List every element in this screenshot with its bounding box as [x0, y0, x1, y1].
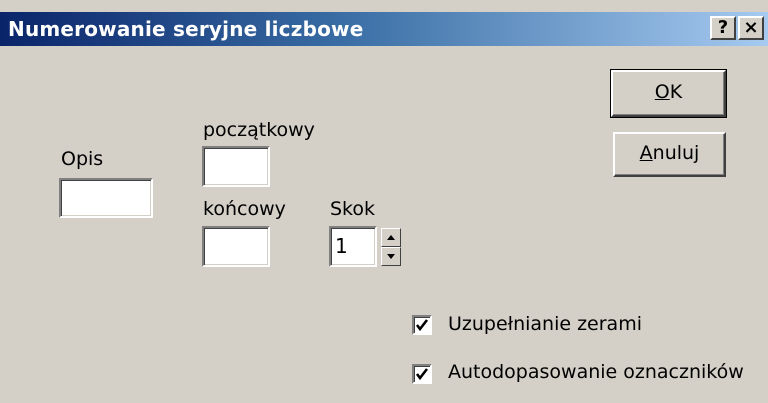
opis-label: Opis	[61, 148, 104, 170]
auto-fit-label[interactable]: Autodopasowanie oznaczników	[448, 361, 744, 383]
close-button[interactable]: ×	[738, 16, 764, 40]
down-arrow-icon	[387, 254, 395, 259]
cancel-mnemonic: A	[639, 142, 653, 164]
up-arrow-icon	[387, 235, 395, 240]
ok-mnemonic: O	[654, 81, 670, 103]
auto-fit-checkbox[interactable]	[412, 364, 432, 384]
ok-label-rest: K	[669, 81, 683, 103]
dialog-window: Numerowanie seryjne liczbowe ? × Opis po…	[0, 0, 768, 403]
poczatkowy-label: początkowy	[203, 119, 315, 141]
checkmark-icon	[415, 319, 429, 332]
cancel-button[interactable]: Anuluj	[613, 132, 726, 177]
title-bar[interactable]: Numerowanie seryjne liczbowe ? ×	[0, 12, 768, 46]
skok-value: 1	[335, 234, 348, 258]
skok-spin-down[interactable]	[381, 247, 401, 266]
skok-spin-up[interactable]	[381, 228, 401, 247]
window-title: Numerowanie seryjne liczbowe	[8, 17, 364, 41]
help-button[interactable]: ?	[710, 16, 736, 40]
koncowy-label: końcowy	[203, 198, 286, 220]
ok-button[interactable]: OK	[610, 69, 727, 118]
skok-input[interactable]: 1	[329, 226, 377, 267]
koncowy-input[interactable]	[202, 226, 270, 267]
checkmark-icon	[415, 368, 429, 381]
poczatkowy-input[interactable]	[202, 146, 270, 187]
zero-padding-label[interactable]: Uzupełnianie zerami	[448, 313, 642, 335]
cancel-label-rest: nuluj	[652, 142, 700, 164]
skok-label: Skok	[330, 198, 376, 220]
zero-padding-checkbox[interactable]	[412, 315, 432, 335]
opis-input[interactable]	[59, 178, 153, 218]
